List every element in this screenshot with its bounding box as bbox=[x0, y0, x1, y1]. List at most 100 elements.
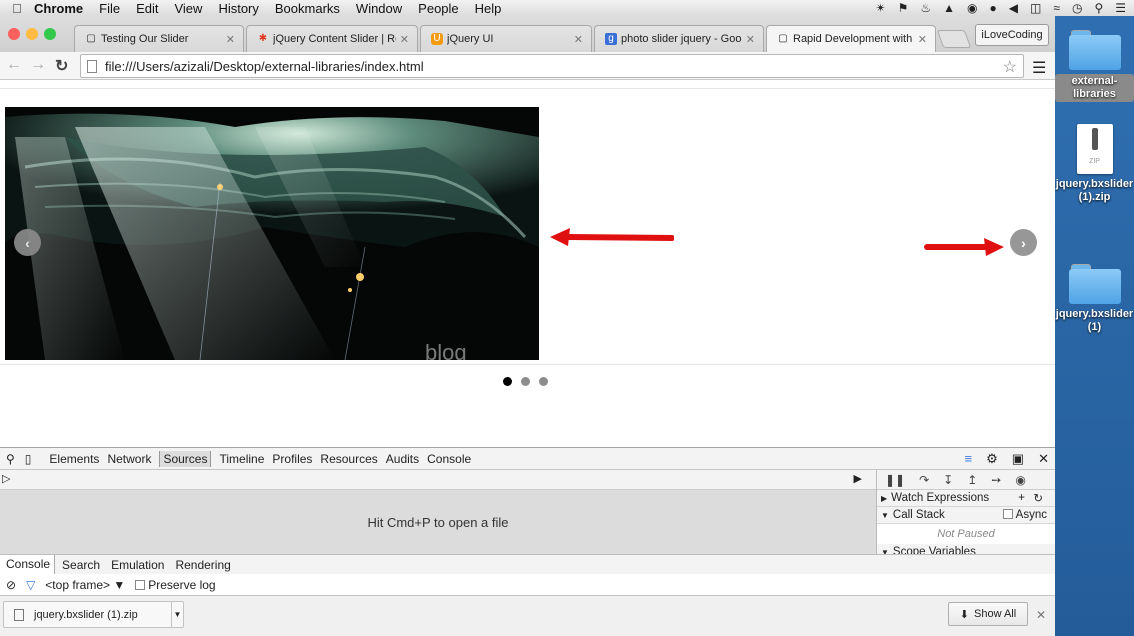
browser-tab-active[interactable]: ▢ Rapid Development with E ✕ bbox=[766, 25, 936, 52]
tab-console[interactable]: Console bbox=[427, 452, 471, 466]
divider bbox=[0, 88, 1055, 89]
download-item[interactable]: jquery.bxslider (1).zip ▼ bbox=[3, 601, 184, 628]
console-drawer-icon[interactable]: ≡ bbox=[965, 451, 973, 467]
right-annotation-arrow bbox=[924, 238, 1004, 256]
step-over-icon[interactable]: ↷ bbox=[919, 473, 929, 487]
close-shelf-icon[interactable]: ✕ bbox=[1036, 608, 1046, 622]
drawer-tab-rendering[interactable]: Rendering bbox=[169, 558, 234, 572]
call-stack-header[interactable]: ▼ Call Stack Async bbox=[877, 507, 1055, 524]
pager-dot[interactable] bbox=[503, 377, 512, 386]
filter-icon[interactable]: ▽ bbox=[26, 578, 35, 592]
clock-icon[interactable]: ◷ bbox=[1072, 1, 1082, 15]
desktop-item-bxslider-zip[interactable]: ZIP jquery.bxslider (1).zip bbox=[1055, 124, 1134, 204]
address-bar[interactable]: file:///Users/azizali/Desktop/external-l… bbox=[80, 54, 1024, 78]
profile-button[interactable]: iLoveCoding bbox=[975, 24, 1049, 46]
tab-timeline[interactable]: Timeline bbox=[219, 452, 264, 466]
device-mode-icon[interactable]: ▯ bbox=[25, 452, 32, 466]
dock-side-icon[interactable]: ▣ bbox=[1012, 451, 1024, 467]
close-tab-icon[interactable]: ✕ bbox=[226, 33, 235, 46]
desktop-item-label: jquery.bxslider (1) bbox=[1055, 308, 1134, 333]
menu-people[interactable]: People bbox=[418, 1, 458, 16]
menu-history[interactable]: History bbox=[218, 1, 258, 16]
browser-tab[interactable]: ✱ jQuery Content Slider | Res ✕ bbox=[246, 25, 418, 52]
chevron-down-icon[interactable]: ▼ bbox=[171, 602, 183, 627]
reload-icon[interactable]: ↻ bbox=[55, 56, 68, 76]
record-icon[interactable]: ● bbox=[990, 1, 997, 15]
toggle-debugger-icon[interactable]: ▶ bbox=[854, 472, 862, 485]
clear-console-icon[interactable]: ⊘ bbox=[6, 578, 16, 592]
new-tab-button[interactable] bbox=[936, 30, 972, 48]
bookmark-star-icon[interactable]: ☆ bbox=[1003, 57, 1017, 77]
checkbox-icon bbox=[135, 580, 146, 590]
menu-edit[interactable]: Edit bbox=[136, 1, 158, 16]
drawer-tab-emulation[interactable]: Emulation bbox=[105, 558, 168, 572]
slider-next-button[interactable]: › bbox=[1010, 229, 1037, 256]
step-out-icon[interactable]: ↥ bbox=[967, 473, 977, 487]
scope-variables-header[interactable]: ▼ Scope Variables bbox=[877, 544, 1055, 554]
refresh-watch-icon[interactable]: ↻ bbox=[1033, 491, 1043, 505]
menu-chrome[interactable]: Chrome bbox=[34, 1, 83, 16]
browser-tab[interactable]: ▢ Testing Our Slider ✕ bbox=[74, 25, 244, 52]
show-all-button[interactable]: ⬇ Show All bbox=[948, 602, 1028, 626]
browser-tab[interactable]: U jQuery UI ✕ bbox=[420, 25, 592, 52]
pause-on-exceptions-icon[interactable]: ◉ bbox=[1015, 473, 1025, 487]
tab-resources[interactable]: Resources bbox=[320, 452, 377, 466]
menu-help[interactable]: Help bbox=[475, 1, 502, 16]
notification-bell-icon[interactable]: ♨ bbox=[920, 1, 931, 15]
settings-gear-icon[interactable]: ⚙ bbox=[986, 451, 998, 467]
forward-arrow-icon[interactable]: → bbox=[30, 56, 46, 74]
minimize-window-icon[interactable] bbox=[26, 28, 38, 40]
chrome-menu-icon[interactable]: ☰ bbox=[1032, 58, 1046, 78]
brightness-icon[interactable]: ✴ bbox=[876, 1, 886, 15]
desktop-item-bxslider-folder[interactable]: jquery.bxslider (1) bbox=[1055, 264, 1134, 334]
tab-elements[interactable]: Elements bbox=[49, 452, 99, 466]
notification-center-icon[interactable]: ☰ bbox=[1115, 1, 1126, 15]
async-checkbox[interactable]: Async bbox=[1002, 509, 1047, 521]
tab-sources[interactable]: Sources bbox=[159, 450, 212, 467]
menu-bookmarks[interactable]: Bookmarks bbox=[275, 1, 340, 16]
zoom-window-icon[interactable] bbox=[44, 28, 56, 40]
slider-pager bbox=[503, 377, 548, 386]
preserve-log-label: Preserve log bbox=[148, 578, 216, 592]
slider-prev-button[interactable]: ‹ bbox=[14, 229, 41, 256]
drawer-tab-console[interactable]: Console bbox=[0, 555, 56, 574]
download-filename: jquery.bxslider (1).zip bbox=[34, 608, 138, 621]
tab-audits[interactable]: Audits bbox=[386, 452, 419, 466]
watch-expressions-header[interactable]: ▶ Watch Expressions + ↻ bbox=[877, 490, 1055, 507]
frame-selector[interactable]: <top frame> ▼ bbox=[45, 578, 125, 592]
deactivate-breakpoints-icon[interactable]: ➙ bbox=[991, 473, 1001, 487]
pager-dot[interactable] bbox=[539, 377, 548, 386]
back-arrow-icon[interactable]: ← bbox=[6, 56, 22, 74]
tab-network[interactable]: Network bbox=[107, 452, 151, 466]
menu-window[interactable]: Window bbox=[356, 1, 402, 16]
battery-icon[interactable]: ◫ bbox=[1030, 1, 1041, 15]
close-tab-icon[interactable]: ✕ bbox=[574, 33, 583, 46]
step-into-icon[interactable]: ↧ bbox=[943, 473, 953, 487]
tag-icon[interactable]: ⚑ bbox=[898, 1, 909, 15]
desktop-item-external-libraries[interactable]: external-libraries bbox=[1055, 30, 1134, 102]
browser-tab[interactable]: g photo slider jquery - Googl ✕ bbox=[594, 25, 764, 52]
close-tab-icon[interactable]: ✕ bbox=[746, 33, 755, 46]
close-devtools-icon[interactable]: ✕ bbox=[1038, 451, 1049, 467]
toggle-navigator-icon[interactable]: ▷ bbox=[2, 472, 10, 485]
volume-icon[interactable]: ◀ bbox=[1009, 1, 1018, 15]
show-all-label: Show All bbox=[974, 608, 1017, 620]
console-toolbar: ⊘ ▽ <top frame> ▼ Preserve log bbox=[0, 574, 1055, 596]
menu-view[interactable]: View bbox=[174, 1, 202, 16]
wifi-icon[interactable]: ≈ bbox=[1053, 1, 1060, 15]
pause-icon[interactable]: ❚❚ bbox=[885, 473, 905, 487]
close-tab-icon[interactable]: ✕ bbox=[918, 33, 927, 46]
tab-profiles[interactable]: Profiles bbox=[272, 452, 312, 466]
pager-dot[interactable] bbox=[521, 377, 530, 386]
spotlight-search-icon[interactable]: ⚲ bbox=[1094, 1, 1103, 15]
creative-cloud-icon[interactable]: ◉ bbox=[967, 1, 977, 15]
close-window-icon[interactable] bbox=[8, 28, 20, 40]
preserve-log-checkbox[interactable]: Preserve log bbox=[135, 578, 216, 592]
apple-icon[interactable]:  bbox=[0, 1, 34, 16]
menu-file[interactable]: File bbox=[99, 1, 120, 16]
inspect-search-icon[interactable]: ⚲ bbox=[6, 452, 15, 466]
drive-icon[interactable]: ▲ bbox=[943, 1, 955, 15]
drawer-tab-search[interactable]: Search bbox=[56, 558, 104, 572]
add-watch-icon[interactable]: + bbox=[1018, 492, 1025, 504]
close-tab-icon[interactable]: ✕ bbox=[400, 33, 409, 46]
